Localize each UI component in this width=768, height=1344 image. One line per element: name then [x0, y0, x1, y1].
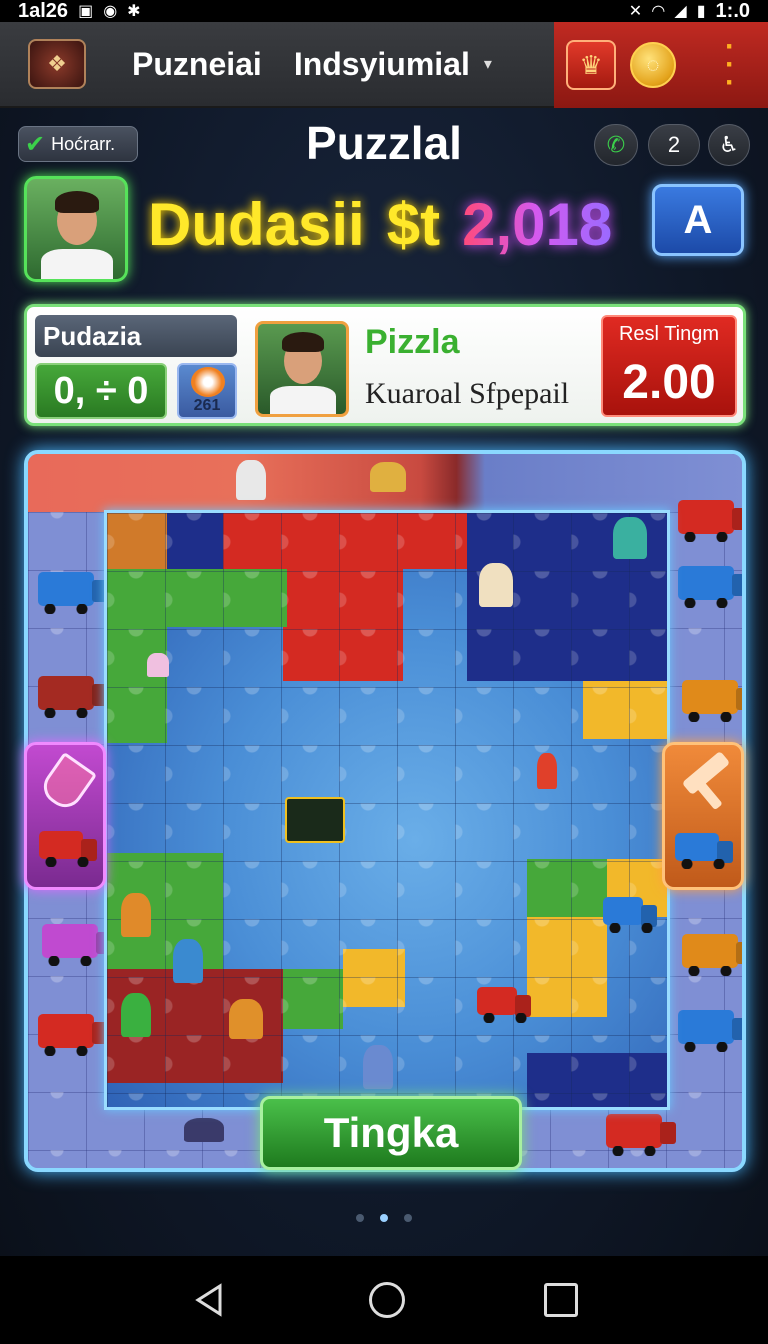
truck-piece[interactable]	[38, 1014, 94, 1056]
piece-grid	[107, 513, 667, 1107]
page-indicator	[0, 1214, 768, 1222]
toy-piece[interactable]	[121, 993, 151, 1037]
truck-piece[interactable]	[682, 680, 738, 722]
loose-piece[interactable]	[285, 797, 345, 843]
truck-piece[interactable]	[682, 934, 738, 976]
toy-piece[interactable]	[479, 563, 513, 607]
page-dot[interactable]	[356, 1214, 364, 1222]
mute-icon: ✕	[628, 3, 643, 20]
puzzle-title: Pizzla	[365, 323, 460, 361]
home-nav-icon[interactable]	[368, 1282, 405, 1318]
phone-icon[interactable]: ✆	[594, 124, 638, 166]
toy-piece[interactable]	[363, 1045, 393, 1089]
best-time-panel: Resl Tingm 2.00	[601, 315, 737, 417]
truck-piece[interactable]	[678, 566, 734, 608]
status-time-right: 1:.0	[715, 0, 750, 22]
info-score: 0, ÷ 0	[35, 363, 167, 419]
battery-icon: ▮	[696, 3, 706, 20]
toy-piece[interactable]	[370, 462, 406, 492]
currency-label: $t	[386, 191, 441, 258]
app-title: Puzneiai	[132, 45, 262, 82]
more-vert-icon[interactable]: · · ·	[720, 32, 740, 98]
hammer-powerup-button[interactable]	[662, 742, 744, 890]
fox-badge-value: 261	[193, 397, 221, 414]
appbar-actions: ♛ ◌ · · ·	[554, 22, 768, 108]
back-nav-icon[interactable]	[190, 1280, 230, 1320]
page-dot[interactable]	[404, 1214, 412, 1222]
wifi-icon: ◠	[652, 3, 665, 20]
puzzle-board[interactable]	[24, 450, 746, 1172]
toy-piece[interactable]	[173, 939, 203, 983]
truck-piece	[675, 833, 727, 869]
toy-piece[interactable]	[121, 893, 151, 937]
player-score: 2,018	[462, 191, 613, 258]
app-logo[interactable]: ❖	[28, 39, 86, 89]
truck-piece[interactable]	[678, 1010, 734, 1052]
app-bar: ❖ Puzneiai Indsyiumial ▾ ♛ ◌ · · ·	[0, 22, 768, 108]
toy-piece[interactable]	[229, 999, 263, 1039]
puzzle-subtitle: Kuaroal Sfpepail	[365, 377, 570, 410]
hammer-handle	[693, 777, 723, 811]
best-time-label: Resl Tingm	[618, 323, 720, 345]
toy-piece[interactable]	[184, 1118, 224, 1142]
best-time-value: 2.00	[622, 356, 716, 409]
truck-piece[interactable]	[606, 1114, 662, 1156]
fox-badge[interactable]: 261	[177, 363, 237, 419]
hero-banner: Dudasii $t 2,018	[148, 190, 612, 259]
player-name: Dudasii	[148, 191, 365, 258]
player-avatar[interactable]	[24, 176, 128, 282]
shield-icon: ◉	[103, 3, 118, 20]
recents-nav-icon[interactable]	[544, 1283, 579, 1317]
chevron-down-icon[interactable]: ▾	[484, 54, 492, 74]
status-time-left: 1al26	[18, 0, 69, 22]
truck-piece	[39, 831, 91, 867]
main-action-button[interactable]: Tingka	[260, 1096, 522, 1170]
toy-piece[interactable]	[236, 460, 266, 500]
player-count-button[interactable]: 2	[648, 124, 700, 166]
potion-powerup-button[interactable]	[24, 742, 106, 890]
truck-piece[interactable]	[38, 572, 94, 614]
toy-piece[interactable]	[147, 653, 169, 677]
app-subtitle[interactable]: Indsyiumial	[294, 46, 470, 83]
fox-icon	[191, 367, 225, 397]
opponent-avatar[interactable]	[255, 321, 349, 417]
signal-icon: ◢	[674, 3, 687, 20]
accessibility-icon[interactable]: ♿	[708, 124, 750, 166]
bug-icon: ✱	[127, 3, 141, 20]
mode-a-button[interactable]: A	[652, 184, 744, 256]
toy-piece[interactable]	[537, 753, 557, 789]
page-dot-active[interactable]	[380, 1214, 388, 1222]
toy-piece[interactable]	[613, 517, 647, 559]
coin-icon[interactable]: ◌	[630, 42, 676, 88]
network-icon: ▣	[78, 3, 94, 20]
truck-piece[interactable]	[38, 676, 94, 718]
truck-piece[interactable]	[603, 897, 655, 933]
potion-icon	[36, 751, 98, 815]
info-label: Pudazia	[35, 315, 237, 357]
truck-piece[interactable]	[678, 500, 734, 542]
status-bar: 1al26 ▣ ◉ ✱ ✕ ◠ ◢ ▮ 1:.0	[0, 0, 768, 22]
system-nav-bar	[0, 1256, 768, 1344]
board-inner[interactable]	[104, 510, 670, 1110]
trophy-badge-icon[interactable]: ♛	[566, 40, 616, 90]
info-card: Pudazia 0, ÷ 0 261 Pizzla Kuaroal Sfpepa…	[24, 304, 746, 426]
screen: 1al26 ▣ ◉ ✱ ✕ ◠ ◢ ▮ 1:.0 ❖ Puzneiai Inds…	[0, 0, 768, 1344]
truck-piece[interactable]	[42, 924, 98, 966]
truck-piece[interactable]	[477, 987, 529, 1023]
